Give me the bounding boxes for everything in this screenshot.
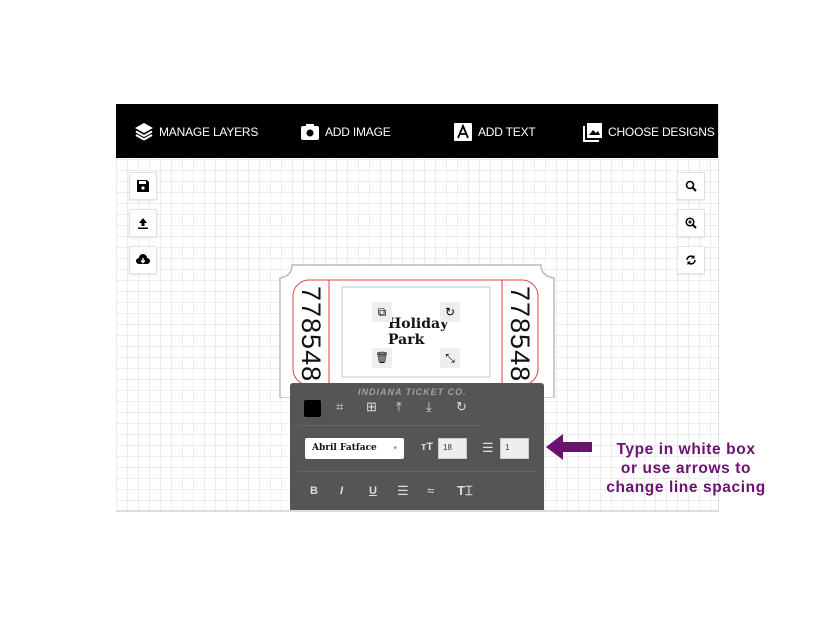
rotate-icon[interactable]: ↻ — [440, 302, 460, 322]
line-spacing-input[interactable]: 1 — [500, 438, 529, 459]
annotation-note: Type in white box or use arrows to chang… — [606, 441, 766, 496]
bold-button[interactable]: B — [310, 485, 318, 497]
align-center-icon[interactable]: ⊞ — [366, 399, 377, 415]
top-toolbar: MANAGE LAYERS ADD IMAGE ADD TEXT CHOOSE … — [116, 104, 718, 158]
font-select[interactable]: Abril Fatface ▾ — [305, 438, 404, 459]
save-icon — [137, 180, 149, 192]
camera-icon — [301, 124, 319, 140]
font-size-input[interactable]: 18 — [438, 438, 467, 459]
zoom-in-icon — [685, 217, 697, 229]
zoom-in-button[interactable] — [677, 209, 705, 237]
save-button[interactable] — [129, 172, 157, 200]
layers-icon — [135, 123, 153, 141]
text-a-icon — [454, 123, 472, 141]
text-edit-panel: ⌗ ⊞ ⤒ ⤓ ↻ Abril Fatface ▾ ᴛT 18 ☰ 1 B I U… — [290, 383, 544, 510]
ticket-design[interactable]: 778548 778548 Holiday Park ⧉ ↻ 🗑 ⤡ INDIAN… — [278, 264, 556, 398]
upload-button[interactable] — [129, 209, 157, 237]
ticket-number-right: 778548 — [505, 286, 535, 383]
rotate-icon[interactable]: ↻ — [456, 399, 467, 415]
resize-icon[interactable]: ⤡ — [440, 348, 460, 368]
add-text-button[interactable]: ADD TEXT — [453, 122, 536, 142]
text-align-icon[interactable]: ☰ — [397, 483, 409, 499]
add-image-button[interactable]: ADD IMAGE — [300, 122, 391, 142]
cloud-download-icon — [136, 254, 150, 264]
refresh-button[interactable] — [677, 246, 705, 274]
underline-button[interactable]: U — [369, 485, 377, 497]
printer-name: INDIANA TICKET CO. — [358, 387, 467, 397]
image-gallery-icon — [583, 123, 602, 142]
crop-icon[interactable]: ⌗ — [336, 399, 343, 415]
font-size-icon: ᴛT — [421, 441, 434, 453]
ticket-number-left: 778548 — [296, 286, 326, 383]
search-button[interactable] — [677, 172, 705, 200]
choose-designs-button[interactable]: CHOOSE DESIGNS — [583, 122, 715, 142]
trash-icon[interactable]: 🗑 — [372, 348, 392, 368]
manage-layers-button[interactable]: MANAGE LAYERS — [134, 122, 258, 142]
curve-text-icon[interactable]: ≈ — [427, 483, 434, 498]
text-cursor-icon[interactable]: T⌶ — [457, 483, 473, 499]
divider — [298, 425, 480, 426]
duplicate-icon[interactable]: ⧉ — [372, 302, 392, 322]
italic-button[interactable]: I — [340, 485, 343, 497]
chevron-down-icon: ▾ — [393, 443, 397, 452]
cloud-download-button[interactable] — [129, 246, 157, 274]
upload-icon — [138, 218, 148, 229]
search-icon — [685, 180, 697, 192]
align-top-icon[interactable]: ⤒ — [396, 399, 402, 415]
divider — [298, 471, 536, 472]
color-swatch[interactable] — [304, 400, 321, 417]
line-spacing-icon: ☰ — [482, 440, 494, 455]
align-bottom-icon[interactable]: ⤓ — [426, 399, 432, 415]
refresh-icon — [686, 255, 696, 265]
